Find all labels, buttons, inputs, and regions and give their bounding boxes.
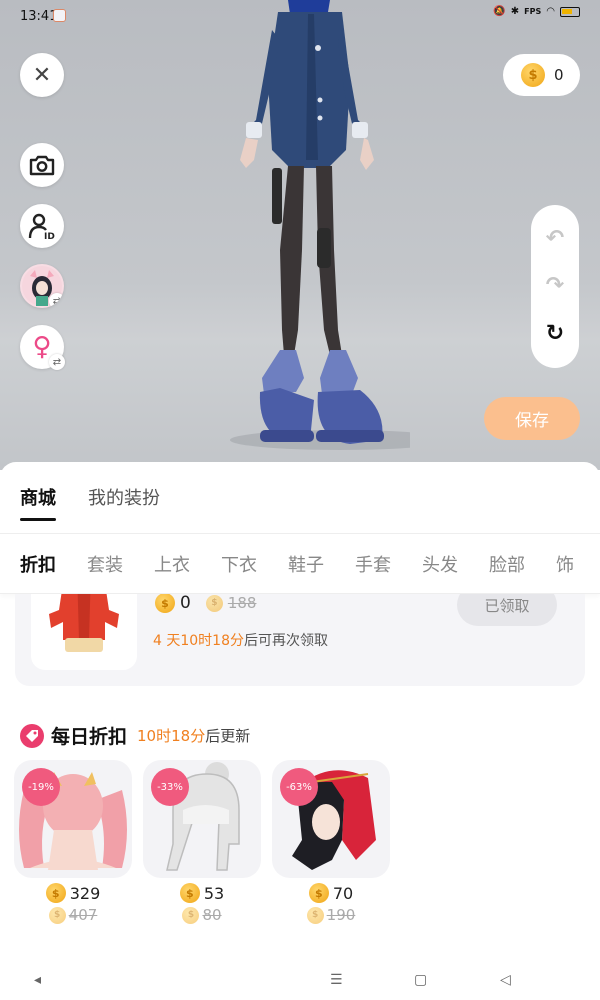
status-indicators: 🔕 ✱ FPS ◠ <box>493 6 580 17</box>
nav-collapse-icon[interactable]: ◂ <box>34 972 41 988</box>
item-price-value: 70 <box>332 883 354 903</box>
coin-icon: $ <box>179 883 200 903</box>
battery-icon <box>560 6 580 17</box>
claim-countdown-suffix: 后可再次领取 <box>244 633 328 649</box>
svg-text:ID: ID <box>44 232 55 240</box>
tab-accessories[interactable]: 饰 <box>556 551 574 577</box>
coin-icon: $ <box>182 906 200 924</box>
swap-icon: ⇄ <box>49 293 64 308</box>
item-original-price: $ 80 <box>143 906 261 924</box>
item-price-value: 53 <box>203 883 225 903</box>
bluetooth-icon: ✱ <box>510 6 520 17</box>
system-nav-bar: ◂ ☰ ▢ ◁ <box>0 958 600 1000</box>
save-button[interactable]: 保存 <box>484 397 580 440</box>
undo-icon[interactable]: ↶ <box>546 227 564 250</box>
tab-gloves[interactable]: 手套 <box>355 551 391 577</box>
discount-badge: -63% <box>282 770 316 804</box>
fps-label: FPS <box>524 7 542 16</box>
tab-face[interactable]: 脸部 <box>489 551 525 577</box>
discount-item[interactable]: -33% $ 53 $ 80 <box>143 760 261 924</box>
swap-icon: ⇄ <box>49 354 65 370</box>
claimed-button[interactable]: 已领取 <box>457 594 557 626</box>
item-original-price: $ 190 <box>272 906 390 924</box>
coin-icon: $ <box>205 594 223 612</box>
status-time: 13:41 <box>20 9 58 24</box>
avatar-id-button[interactable]: ID <box>20 204 64 248</box>
switch-avatar-button[interactable]: ⇄ <box>20 264 64 308</box>
wifi-icon: ◠ <box>546 6 555 17</box>
tab-shop[interactable]: 商城 <box>20 462 56 533</box>
mute-icon: 🔕 <box>493 6 506 17</box>
coin-icon: $ <box>306 906 324 924</box>
item-thumbnail[interactable]: -63% <box>272 760 390 878</box>
tab-shoes[interactable]: 鞋子 <box>288 551 324 577</box>
coin-icon: $ <box>155 594 175 613</box>
nav-back-icon[interactable]: ◁ <box>500 972 511 988</box>
gender-button[interactable]: ♀ ⇄ <box>20 325 65 370</box>
camera-icon <box>29 155 55 176</box>
claim-price-value: 0 <box>180 594 191 613</box>
coin-icon: $ <box>308 883 329 903</box>
user-id-icon: ID <box>28 213 55 240</box>
tab-discount[interactable]: 折扣 <box>20 551 56 577</box>
daily-discount-header: 每日折扣 10时18分后更新 <box>20 722 250 749</box>
item-original-price: $ 407 <box>14 906 132 924</box>
camera-button[interactable] <box>20 143 64 187</box>
discount-badge: -33% <box>153 770 187 804</box>
claim-price: $ 0 $ 188 <box>155 594 256 613</box>
avatar-preview-stage[interactable]: 13:41 🔕 ✱ FPS ◠ ✕ ID ⇄ ♀ ⇄ $ 0 ↶ ↷ ↻ 保存 <box>0 0 600 470</box>
coin-icon: $ <box>48 906 66 924</box>
tab-sets[interactable]: 套装 <box>87 551 123 577</box>
coin-balance[interactable]: $ 0 <box>503 54 580 96</box>
red-dress-outfit-icon <box>49 594 119 652</box>
coin-icon: $ <box>45 883 66 903</box>
item-original-price-value: 407 <box>68 906 98 924</box>
tab-my-outfits[interactable]: 我的装扮 <box>88 462 160 533</box>
redo-icon[interactable]: ↷ <box>546 275 564 297</box>
daily-countdown-time: 10时18分 <box>137 727 206 745</box>
shop-sheet: 商城 我的装扮 折扣 套装 上衣 下衣 鞋子 手套 头发 脸部 饰 $ 0 $ … <box>0 462 600 1000</box>
discount-item[interactable]: -19% $ 329 $ 407 <box>14 760 132 924</box>
edit-history-panel: ↶ ↷ ↻ <box>531 205 579 368</box>
item-thumbnail[interactable]: -19% <box>14 760 132 878</box>
free-claim-card: $ 0 $ 188 4 天10时18分后可再次领取 已领取 <box>15 594 585 686</box>
daily-discount-list: -19% $ 329 $ 407 -33% $ 53 $ 80 -63% $ 7… <box>14 760 390 924</box>
discount-tag-icon <box>20 723 44 748</box>
avatar-3d-model[interactable] <box>210 0 410 460</box>
female-icon: ♀ <box>32 332 52 362</box>
app-notification-icon <box>53 9 66 22</box>
item-original-price-value: 80 <box>202 906 222 924</box>
category-tab-bar: 折扣 套装 上衣 下衣 鞋子 手套 头发 脸部 饰 <box>0 534 600 594</box>
claim-countdown: 4 天10时18分后可再次领取 <box>153 630 328 650</box>
reset-icon[interactable]: ↻ <box>546 323 564 345</box>
outfit-thumbnail[interactable] <box>31 594 137 670</box>
claim-countdown-time: 4 天10时18分 <box>153 633 244 649</box>
claim-original-price: 188 <box>227 594 257 612</box>
daily-countdown-suffix: 后更新 <box>205 727 251 745</box>
discount-item[interactable]: -63% $ 70 $ 190 <box>272 760 390 924</box>
item-thumbnail[interactable]: -33% <box>143 760 261 878</box>
item-price: $ 329 <box>14 883 132 903</box>
shop-content: $ 0 $ 188 4 天10时18分后可再次领取 已领取 每日折扣 10时18… <box>0 594 600 956</box>
tab-bottoms[interactable]: 下衣 <box>221 551 257 577</box>
nav-menu-icon[interactable]: ☰ <box>330 972 343 988</box>
nav-home-icon[interactable]: ▢ <box>414 972 427 988</box>
coin-balance-value: 0 <box>554 66 564 84</box>
item-price: $ 53 <box>143 883 261 903</box>
close-button[interactable]: ✕ <box>20 53 64 97</box>
coin-icon: $ <box>521 63 545 87</box>
item-price-value: 329 <box>69 883 101 903</box>
daily-discount-title: 每日折扣 <box>51 726 128 748</box>
discount-badge: -19% <box>24 770 58 804</box>
tab-tops[interactable]: 上衣 <box>154 551 190 577</box>
daily-discount-countdown: 10时18分后更新 <box>137 725 250 746</box>
item-price: $ 70 <box>272 883 390 903</box>
status-bar: 13:41 🔕 ✱ FPS ◠ <box>0 0 600 32</box>
main-tab-bar: 商城 我的装扮 <box>0 462 600 534</box>
item-original-price-value: 190 <box>326 906 356 924</box>
tab-hair[interactable]: 头发 <box>422 551 458 577</box>
